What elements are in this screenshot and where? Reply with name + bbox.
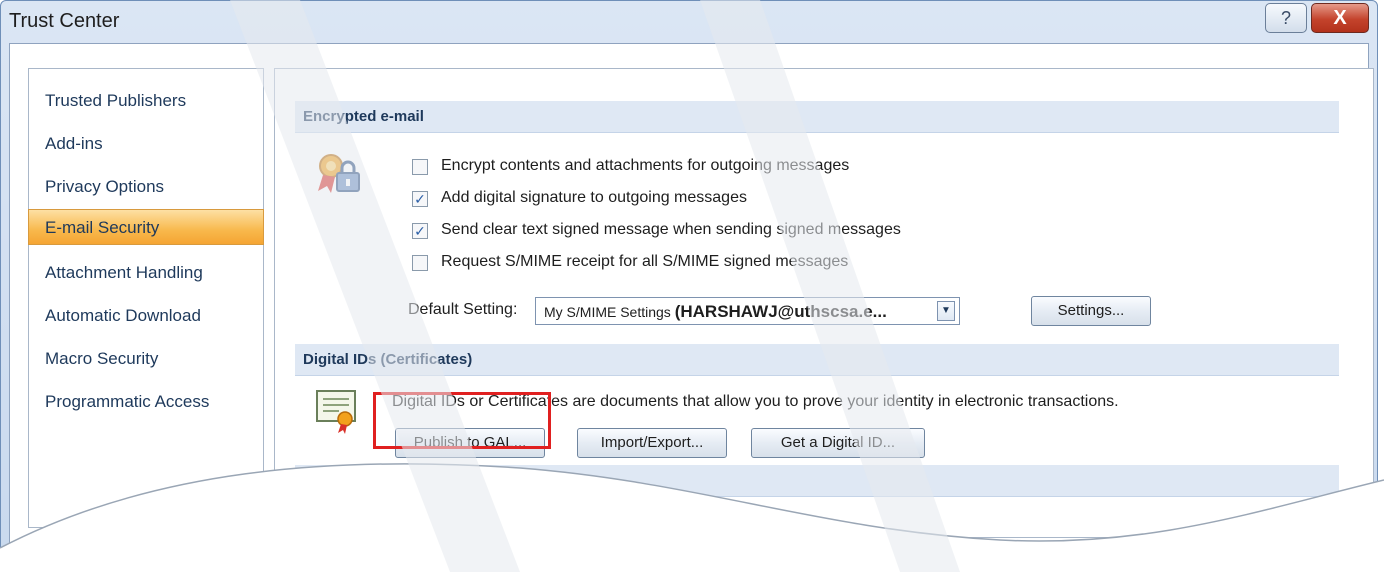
sidebar-item-automatic-download[interactable]: Automatic Download	[29, 298, 263, 334]
checkbox-add-digital-signature[interactable]: ✓	[412, 191, 428, 207]
sidebar-item-email-security[interactable]: E-mail Security	[28, 209, 264, 245]
sidebar-item-privacy-options[interactable]: Privacy Options	[29, 169, 263, 205]
certificate-icon	[316, 390, 356, 434]
sidebar-item-attachment-handling[interactable]: Attachment Handling	[29, 255, 263, 291]
help-button[interactable]: ?	[1265, 3, 1307, 33]
sidebar-item-programmatic-access[interactable]: Programmatic Access	[29, 384, 263, 420]
default-setting-label: Default Setting:	[408, 301, 518, 318]
digital-ids-description: Digital IDs or Certificates are document…	[392, 393, 1119, 410]
title-bar: Trust Center ? X	[1, 1, 1377, 43]
dialog-body: Trusted Publishers Add-ins Privacy Optio…	[9, 43, 1374, 569]
section-header-read-as-plain: Read as Pl...	[295, 465, 1339, 497]
ribbon-lock-icon	[318, 154, 360, 193]
import-export-button[interactable]: Import/Export...	[577, 428, 727, 458]
close-button[interactable]: X	[1311, 3, 1369, 33]
sidebar-item-trusted-publishers[interactable]: Trusted Publishers	[29, 83, 263, 119]
chevron-down-icon[interactable]: ▼	[937, 301, 955, 321]
checkbox-encrypt-contents[interactable]	[412, 159, 428, 175]
label-request-smime-receipt: Request S/MIME receipt for all S/MIME si…	[441, 253, 849, 270]
get-digital-id-button[interactable]: Get a Digital ID...	[751, 428, 925, 458]
sidebar-item-add-ins[interactable]: Add-ins	[29, 126, 263, 162]
checkbox-send-clear-text[interactable]: ✓	[412, 223, 428, 239]
sidebar-item-macro-security[interactable]: Macro Security	[29, 341, 263, 377]
section-header-encrypted-email: Encrypted e-mail	[295, 101, 1339, 133]
sidebar-nav: Trusted Publishers Add-ins Privacy Optio…	[28, 68, 264, 528]
default-setting-dropdown[interactable]: My S/MIME Settings (HARSHAWJ@uthscsa.e..…	[535, 297, 960, 325]
label-add-digital-signature: Add digital signature to outgoing messag…	[441, 189, 747, 206]
trust-center-window: Trust Center ? X Trusted Publishers Add-…	[0, 0, 1378, 570]
label-encrypt-contents: Encrypt contents and attachments for out…	[441, 157, 850, 174]
window-title: Trust Center	[9, 10, 120, 32]
content-panel: Encrypted e-mail Encrypt contents and at…	[274, 68, 1374, 538]
checkbox-request-smime-receipt[interactable]	[412, 255, 428, 271]
default-setting-value: My S/MIME Settings (HARSHAWJ@uthscsa.e..…	[544, 302, 887, 321]
settings-button[interactable]: Settings...	[1031, 296, 1151, 326]
publish-to-gal-button[interactable]: Publish to GAL...	[395, 428, 545, 458]
label-send-clear-text: Send clear text signed message when send…	[441, 221, 901, 238]
section-header-digital-ids: Digital IDs (Certificates)	[295, 344, 1339, 376]
